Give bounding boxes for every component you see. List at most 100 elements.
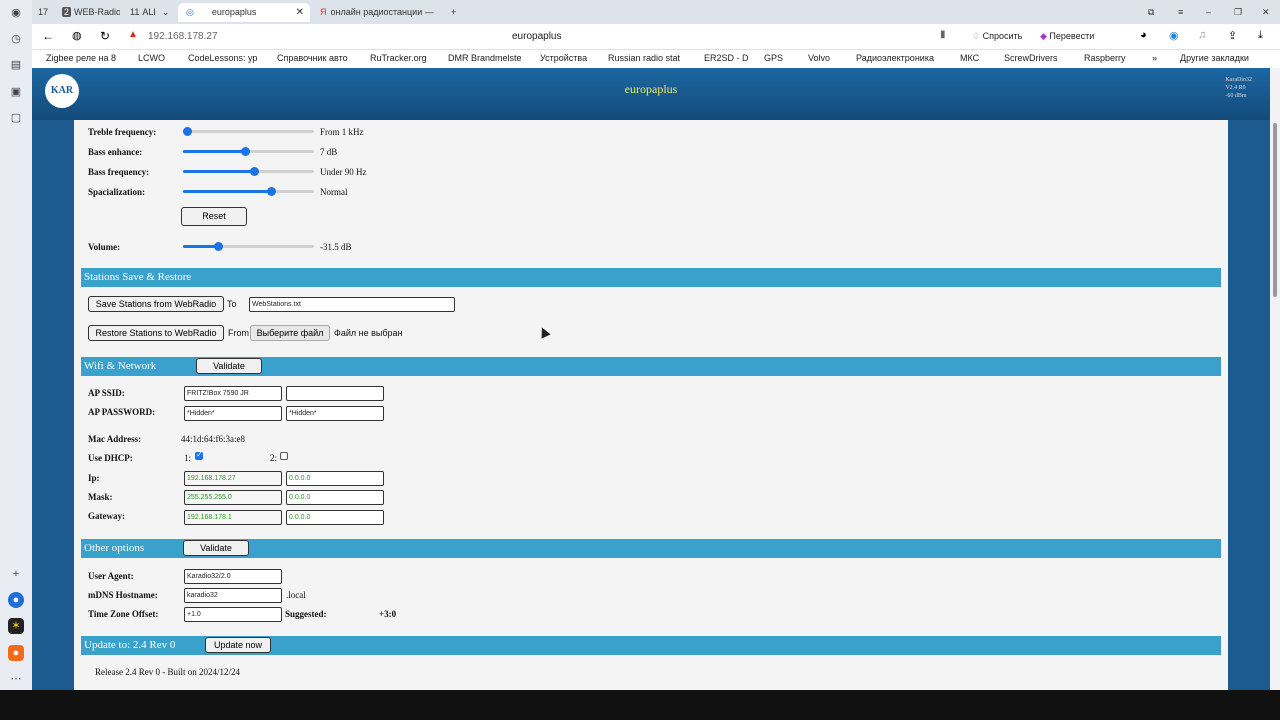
ip1-input[interactable]: 192.168.178.27 [184, 471, 282, 486]
mask1-input[interactable]: 255.255.255.0 [184, 490, 282, 505]
to-label: To [227, 299, 237, 309]
collections-button-icon[interactable]: ⧉ [1142, 3, 1156, 22]
user-agent-input[interactable]: Karadio32/2.0 [184, 569, 282, 584]
bass-freq-slider[interactable] [183, 167, 314, 176]
add-panel-icon[interactable]: + [8, 566, 24, 582]
stations-filename-input[interactable]: WebStations.txt [249, 297, 455, 312]
bass-enhance-value: 7 dB [320, 147, 338, 157]
bookmark-item[interactable]: CodeLessons: ур [188, 53, 257, 63]
bookmark-item[interactable]: RuTracker.org [370, 53, 427, 63]
choose-file-button[interactable]: Выберите файл [250, 325, 330, 341]
bookmark-item[interactable]: Zigbee реле на 8 [46, 53, 116, 63]
tab-ali[interactable]: 11 ALI ⌄ [124, 3, 172, 22]
bookmark-item[interactable]: ScrewDrivers [1004, 53, 1058, 63]
page-scrollbar[interactable] [1270, 68, 1280, 690]
bass-freq-value: Under 90 Hz [320, 167, 367, 177]
bass-enhance-slider[interactable] [183, 147, 314, 156]
bookmark-item[interactable]: LCWO [138, 53, 165, 63]
close-tab-icon[interactable]: ✕ [296, 3, 304, 22]
restore-stations-button[interactable]: Restore Stations to WebRadio [88, 325, 224, 341]
treble-freq-slider[interactable] [182, 127, 314, 136]
ask-button[interactable]: ♢ Спросить [972, 31, 1022, 42]
update-section-header: Update to: 2.4 Rev 0 Update now [81, 636, 1221, 655]
save-stations-button[interactable]: Save Stations from WebRadio [88, 296, 224, 312]
tab-group-17[interactable]: 17 [32, 3, 54, 22]
spatial-slider[interactable] [183, 187, 314, 196]
profile-icon[interactable]: ◉ [8, 5, 24, 21]
from-label: From [228, 328, 249, 338]
bookmark-item[interactable]: GPS [764, 53, 783, 63]
scrollbar-thumb[interactable] [1273, 123, 1277, 297]
password1-input[interactable]: *Hidden* [184, 406, 282, 421]
browser-side-panel: ◉ ◷ ▤ ▣ ▢ + ● ✶ ● ⋯ [0, 0, 32, 690]
dhcp2-checkbox[interactable] [280, 452, 288, 460]
extension-icon[interactable]: ◍ [72, 29, 82, 42]
download-icon[interactable]: ⤓ [1258, 29, 1263, 42]
volume-value: -31.5 dB [320, 242, 352, 252]
audio-icon[interactable]: ♫ [1198, 29, 1206, 41]
bookmark-item[interactable]: Радиоэлектроника [856, 53, 934, 63]
bookmark-item[interactable]: Russian radio stat [608, 53, 680, 63]
close-window-icon[interactable]: ✕ [1256, 3, 1270, 22]
other-validate-button[interactable]: Validate [183, 540, 249, 556]
bookmark-item[interactable]: Справочник авто [277, 53, 348, 63]
reset-button[interactable]: Reset [181, 207, 247, 226]
collections-icon[interactable]: ▤ [8, 57, 24, 73]
menu-icon[interactable]: ≡ [1172, 3, 1186, 22]
release-info: Release 2.4 Rev 0 - Built on 2024/12/24 [95, 667, 240, 677]
other-bookmarks[interactable]: Другие закладки [1180, 53, 1249, 63]
mdns-input[interactable]: karadio32 [184, 588, 282, 603]
bookmark-item[interactable]: DMR Brandmelste [448, 53, 522, 63]
tab-web-radio[interactable]: 2 WEB-Radio [56, 3, 120, 22]
tab-radio-search[interactable]: Яонлайн радиостанции — [312, 3, 444, 22]
mask2-input[interactable]: 0.0.0.0 [286, 490, 384, 505]
update-now-button[interactable]: Update now [205, 637, 271, 653]
bookmark-item[interactable]: ER2SD - D [704, 53, 749, 63]
screenshot-icon[interactable]: ▢ [8, 110, 24, 126]
minimize-icon[interactable]: – [1200, 3, 1214, 22]
share-icon[interactable]: ⇪ [1228, 29, 1237, 42]
device-info: KaraDio32 V2.4 R0 -60 dBm [1225, 77, 1252, 99]
ssid1-input[interactable]: FRITZ!Box 7590 JR [184, 386, 282, 401]
vpn-icon[interactable]: ◉ [1169, 29, 1179, 42]
back-icon[interactable]: ← [42, 29, 54, 43]
app-icon-orange[interactable]: ● [8, 645, 24, 661]
bookmarks-more[interactable]: » [1152, 53, 1157, 63]
translate-icon: ◆ [1040, 31, 1050, 41]
bookmark-icon[interactable]: ▮ [940, 29, 946, 40]
url-text[interactable]: 192.168.178.27 [148, 31, 218, 42]
other-section-title: Other options [84, 542, 145, 554]
bookmark-item[interactable]: Устройства [540, 53, 587, 63]
gateway2-input[interactable]: 0.0.0.0 [286, 510, 384, 525]
new-tab-button[interactable]: + [446, 4, 464, 20]
maximize-icon[interactable]: ❐ [1228, 3, 1242, 22]
dhcp1-checkbox[interactable] [195, 450, 203, 460]
chevron-down-icon: ⌄ [161, 7, 170, 17]
mac-label: Mac Address: [88, 434, 142, 444]
ssid2-input[interactable] [286, 386, 384, 401]
password-label: AP PASSWORD: [88, 407, 156, 417]
tab-europaplus[interactable]: ◎ europaplus ✕ [178, 3, 310, 22]
history-icon[interactable]: ◷ [8, 31, 24, 47]
password2-input[interactable]: *Hidden* [286, 406, 384, 421]
timezone-input[interactable]: +1.0 [184, 607, 282, 622]
app-icon-star[interactable]: ✶ [8, 618, 24, 634]
translate-button[interactable]: ◆ Перевести [1040, 31, 1094, 42]
mac-value: 44:1d:64:f6:3a:e8 [181, 434, 245, 444]
bookmark-item[interactable]: Raspberry [1084, 53, 1126, 63]
spatial-value: Normal [320, 187, 348, 197]
more-icon[interactable]: ⋯ [8, 671, 24, 687]
wifi-validate-button[interactable]: Validate [196, 358, 262, 374]
alice-icon[interactable]: ◕ [1140, 29, 1147, 41]
dhcp-label: Use DHCP: [88, 453, 133, 463]
mdns-label: mDNS Hostname: [88, 590, 158, 600]
apps-icon[interactable]: ▣ [8, 84, 24, 100]
reload-icon[interactable]: ↻ [100, 29, 110, 43]
app-icon-blue[interactable]: ● [8, 592, 24, 608]
volume-slider[interactable] [183, 242, 314, 251]
bookmark-item[interactable]: Volvo [808, 53, 830, 63]
bookmark-item[interactable]: МКС [960, 53, 979, 63]
stations-section-header: Stations Save & Restore [81, 268, 1221, 287]
ip2-input[interactable]: 0.0.0.0 [286, 471, 384, 486]
gateway1-input[interactable]: 192.168.178.1 [184, 510, 282, 525]
